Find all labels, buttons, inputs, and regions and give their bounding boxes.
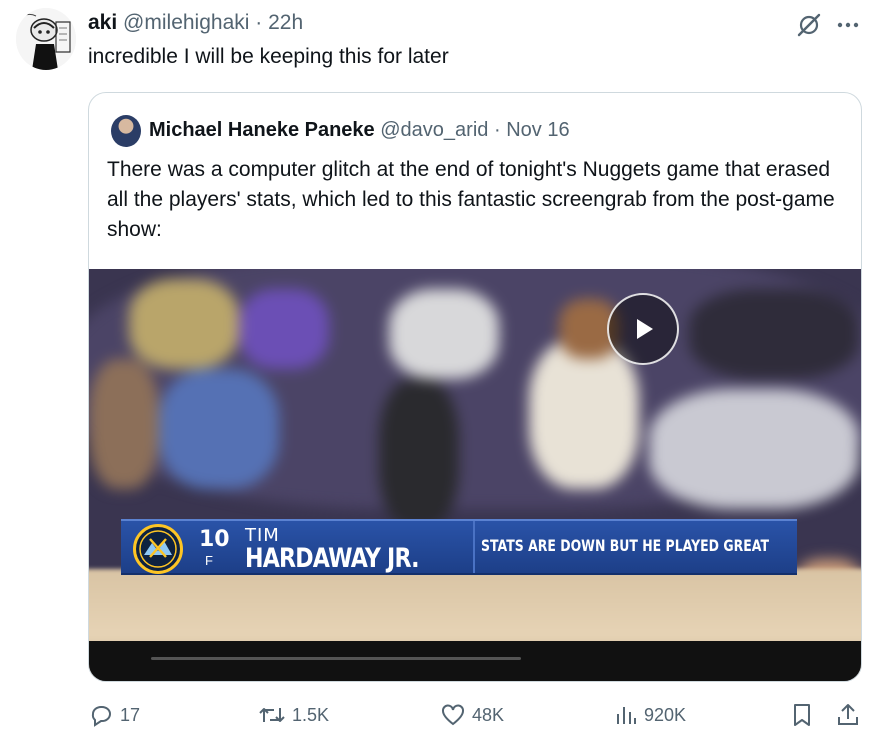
author-avatar[interactable] (16, 8, 76, 70)
quoted-tweet-text: There was a computer glitch at the end o… (107, 158, 835, 241)
tweet-time[interactable]: 22h (268, 11, 303, 34)
reply-count: 17 (120, 704, 141, 725)
lower-third-divider (473, 521, 475, 573)
bookmark-icon (790, 702, 814, 728)
author-name[interactable]: aki (88, 11, 117, 34)
video-progress-bar[interactable] (151, 657, 521, 660)
video-controls-bar (89, 641, 861, 681)
tweet-text: incredible I will be keeping this for la… (88, 45, 449, 68)
views-count: 920K (644, 704, 687, 725)
quoted-header-separator: · (493, 119, 501, 141)
header-separator: · (255, 11, 263, 34)
play-icon (628, 314, 658, 344)
player-last-name: HARDAWAY JR. (245, 543, 420, 574)
like-icon (440, 702, 466, 728)
quoted-author-name[interactable]: Michael Haneke Paneke (149, 119, 375, 141)
stats-caption: STATS ARE DOWN BUT HE PLAYED GREAT (481, 536, 769, 555)
player-lower-third: 10 F TIM HARDAWAY JR. STATS ARE DOWN BUT… (121, 519, 797, 575)
quoted-tweet-header: Michael Haneke Paneke @davo_arid · Nov 1… (149, 117, 570, 143)
video-player[interactable]: 10 F TIM HARDAWAY JR. STATS ARE DOWN BUT… (89, 269, 861, 681)
repost-count: 1.5K (292, 704, 330, 725)
more-icon[interactable] (836, 13, 860, 37)
quoted-tweet-date[interactable]: Nov 16 (506, 119, 569, 141)
share-icon (836, 702, 860, 728)
share-button[interactable] (836, 700, 860, 730)
reply-button[interactable]: 17 (88, 700, 140, 730)
bookmark-button[interactable] (790, 700, 814, 730)
tweet-actions: 17 1.5K 48K 920K (88, 700, 868, 730)
grok-icon[interactable] (796, 12, 822, 38)
jersey-number: 10 (199, 527, 230, 552)
quoted-tweet[interactable]: Michael Haneke Paneke @davo_arid · Nov 1… (88, 92, 862, 682)
tweet-top-actions (796, 12, 860, 38)
quoted-author-avatar[interactable] (111, 115, 141, 147)
views-icon (614, 703, 638, 727)
views-button[interactable]: 920K (614, 700, 686, 730)
repost-icon (258, 702, 286, 728)
author-handle[interactable]: @milehighaki (123, 11, 249, 34)
like-count: 48K (472, 704, 505, 725)
quoted-author-handle[interactable]: @davo_arid (380, 119, 488, 141)
tweet-header: aki @milehighaki · 22h (88, 10, 303, 36)
like-button[interactable]: 48K (440, 700, 504, 730)
nuggets-logo (133, 524, 183, 574)
reply-icon (88, 702, 114, 728)
repost-button[interactable]: 1.5K (258, 700, 329, 730)
player-position: F (205, 553, 213, 568)
play-button[interactable] (607, 293, 679, 365)
